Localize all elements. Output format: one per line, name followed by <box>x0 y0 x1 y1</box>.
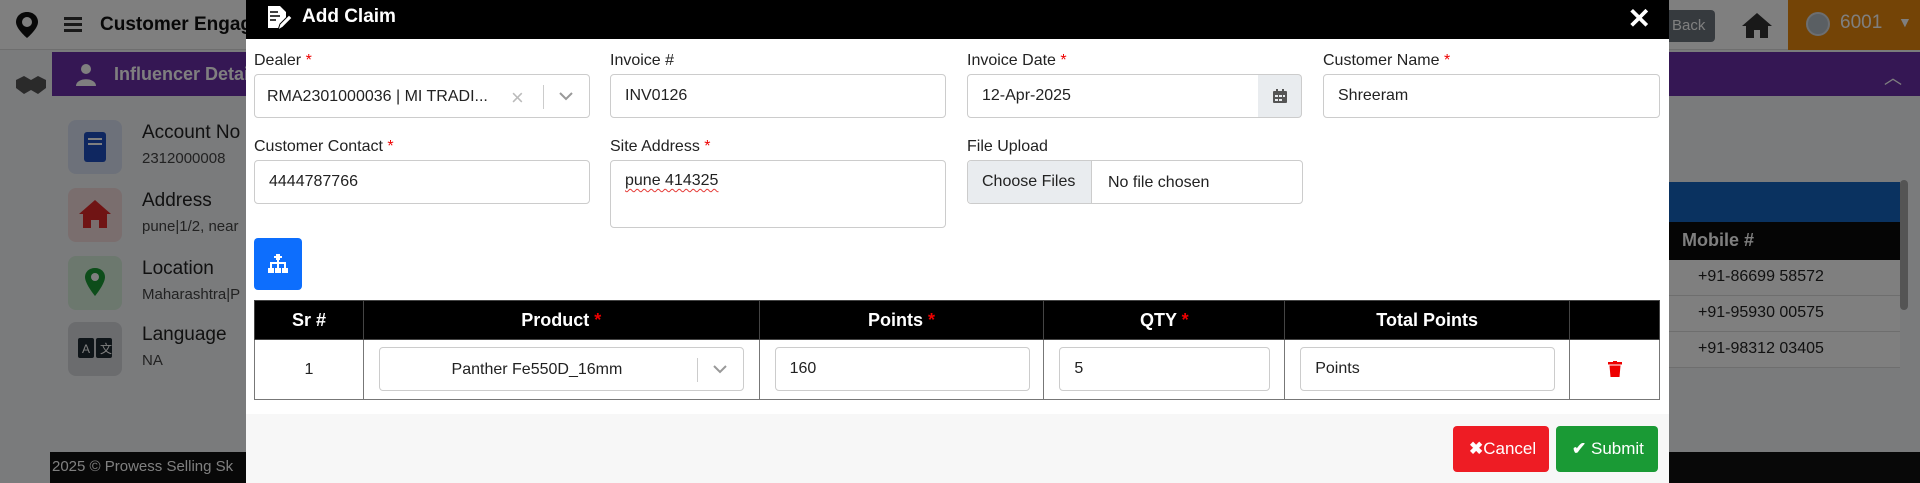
site-address-textarea[interactable]: pune 414325 <box>610 160 946 228</box>
invoice-number-label: Invoice # <box>610 52 675 69</box>
chevron-down-icon <box>559 92 573 101</box>
file-upload-input[interactable]: Choose Files No file chosen <box>967 160 1303 204</box>
site-address-label: Site Address * <box>610 138 711 155</box>
column-header-points: Points * <box>758 300 1045 340</box>
customer-contact-label: Customer Contact * <box>254 138 394 155</box>
actions-cell <box>1569 339 1660 400</box>
column-header-total-points: Total Points <box>1284 300 1571 340</box>
column-header-actions <box>1569 300 1660 340</box>
modal-title: Add Claim <box>302 6 396 27</box>
points-cell: 160 <box>758 339 1045 400</box>
dealer-label: Dealer * <box>254 52 312 69</box>
invoice-number-input[interactable] <box>610 74 946 118</box>
column-header-product: Product * <box>362 300 760 340</box>
choose-files-button[interactable]: Choose Files <box>968 161 1092 203</box>
file-status: No file chosen <box>1108 174 1210 191</box>
total-points-cell: Points <box>1284 339 1571 400</box>
add-claim-modal: Add Claim ✕ Dealer * RMA2301000036 | MI … <box>246 0 1669 483</box>
calendar-button[interactable] <box>1258 74 1302 118</box>
customer-contact-input[interactable] <box>254 160 590 204</box>
sr-cell: 1 <box>254 339 364 400</box>
modal-header: Add Claim ✕ <box>246 0 1669 39</box>
calendar-icon <box>1273 89 1287 103</box>
chevron-down-icon <box>713 365 727 374</box>
check-icon: ✔ <box>1572 439 1587 458</box>
product-select[interactable]: Panther Fe550D_16mm <box>378 347 744 391</box>
submit-button[interactable]: ✔ Submit <box>1556 426 1658 472</box>
table-header-row: Sr # Product * Points * QTY * Total Poin… <box>254 300 1660 340</box>
dealer-select[interactable]: RMA2301000036 | MI TRADI... × <box>254 74 590 118</box>
add-row-button[interactable] <box>254 238 302 290</box>
customer-name-input[interactable] <box>1323 74 1660 118</box>
claims-table: Sr # Product * Points * QTY * Total Poin… <box>254 300 1660 400</box>
invoice-date-input[interactable] <box>967 74 1259 118</box>
product-value: Panther Fe550D_16mm <box>451 361 623 378</box>
qty-input[interactable]: 5 <box>1059 347 1271 391</box>
customer-name-label: Customer Name * <box>1323 52 1451 69</box>
product-cell: Panther Fe550D_16mm <box>362 339 760 400</box>
submit-label: Submit <box>1590 439 1644 458</box>
dealer-value: RMA2301000036 | MI TRADI... <box>267 88 488 105</box>
column-header-qty: QTY * <box>1043 300 1286 340</box>
total-points-input[interactable]: Points <box>1300 347 1556 391</box>
close-icon: ✖ <box>1469 439 1484 458</box>
cancel-button[interactable]: ✖Cancel <box>1453 426 1549 472</box>
qty-cell: 5 <box>1043 339 1286 400</box>
close-icon[interactable]: ✕ <box>1628 2 1651 35</box>
points-input[interactable]: 160 <box>774 347 1030 391</box>
cancel-label: Cancel <box>1483 439 1537 458</box>
column-header-sr: Sr # <box>254 300 364 340</box>
table-row: 1 Panther Fe550D_16mm 160 5 Points <box>254 339 1660 400</box>
file-upload-label: File Upload <box>967 138 1048 155</box>
invoice-date-label: Invoice Date * <box>967 52 1067 69</box>
trash-icon[interactable] <box>1607 361 1622 378</box>
clear-icon[interactable]: × <box>511 85 524 111</box>
sitemap-icon <box>268 254 288 273</box>
edit-document-icon <box>268 6 292 32</box>
